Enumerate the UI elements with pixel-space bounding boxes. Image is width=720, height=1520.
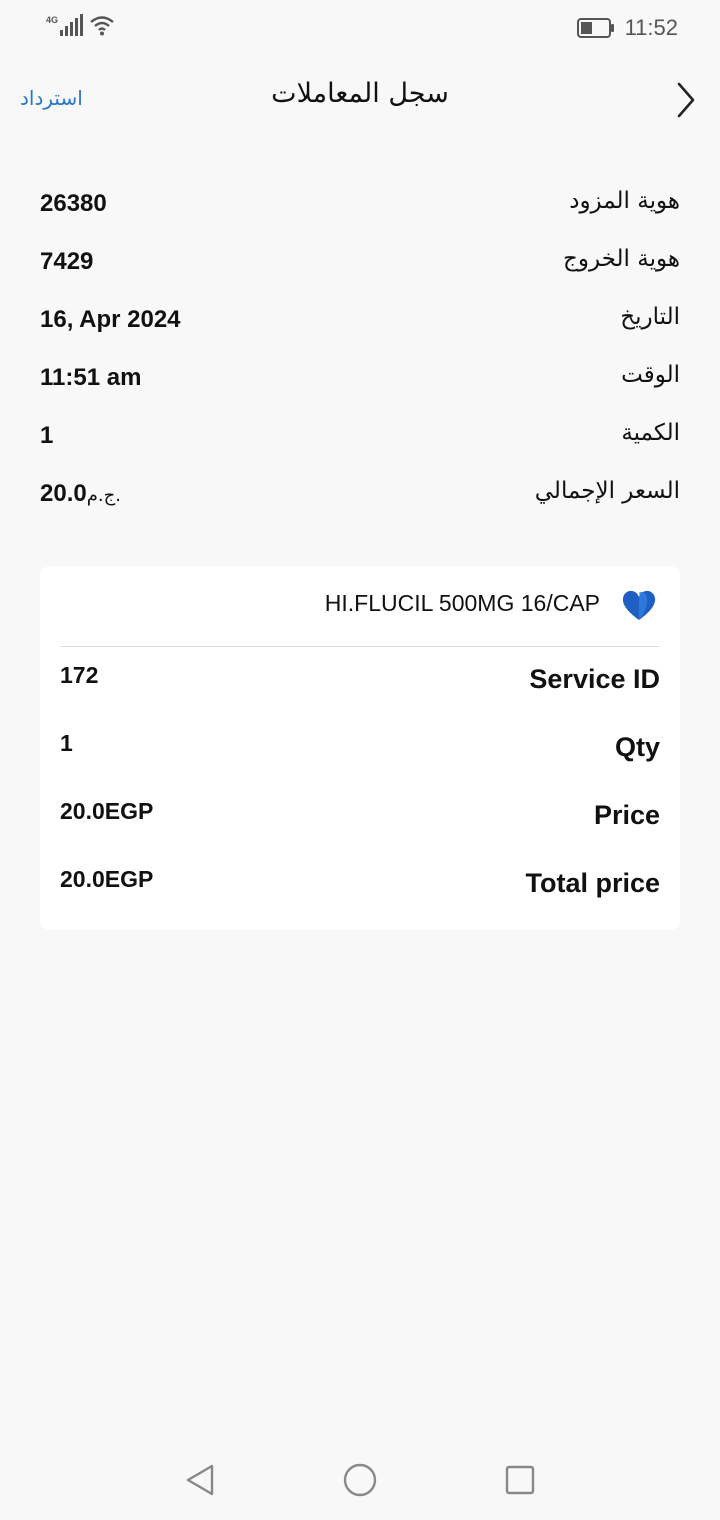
currency-label: ج.م. <box>86 485 121 506</box>
nav-back-button[interactable] <box>180 1460 220 1500</box>
card-label: Service ID <box>529 664 660 694</box>
info-row-checkout-id: هوية الخروج 7429 <box>40 244 680 302</box>
transaction-log-screen: 4G 11:52 سجل المعاملات استرداد هوية المز… <box>0 0 720 1520</box>
info-row-date: التاريخ 16, Apr 2024 <box>40 302 680 360</box>
status-right: 11:52 <box>576 14 678 42</box>
square-recents-icon <box>505 1465 535 1495</box>
nav-recents-button[interactable] <box>500 1460 540 1500</box>
status-time: 11:52 <box>624 15 678 40</box>
card-value: 172 <box>60 662 99 688</box>
card-label: Price <box>593 800 660 830</box>
info-row-provider-id: هوية المزود 26380 <box>40 186 680 244</box>
page-title: سجل المعاملات <box>271 78 449 109</box>
info-value: 1 <box>40 422 54 449</box>
card-label: Qty <box>614 732 660 762</box>
info-label: هوية الخروج <box>563 246 680 272</box>
heart-icon <box>620 588 658 622</box>
info-row-total-price: السعر الإجمالي 20.0ج.م. <box>40 476 680 534</box>
product-card-header: HI.FLUCIL 500MG 16/CAP <box>60 566 660 647</box>
info-label: التاريخ <box>620 304 680 330</box>
info-label: السعر الإجمالي <box>534 478 680 504</box>
total-amount: 20.0 <box>40 480 87 507</box>
info-value: 7429 <box>40 248 94 275</box>
product-card-rows: Service ID 172 Qty 1 Price 20.0EGP Total… <box>60 660 660 932</box>
triangle-back-icon <box>186 1464 214 1496</box>
info-label: الوقت <box>621 362 680 388</box>
circle-home-icon <box>343 1463 377 1497</box>
info-row-quantity: الكمية 1 <box>40 418 680 476</box>
nav-home-button[interactable] <box>340 1460 380 1500</box>
info-label: الكمية <box>621 420 680 446</box>
card-row-service-id: Service ID 172 <box>60 660 660 728</box>
product-card: HI.FLUCIL 500MG 16/CAP Service ID 172 Qt… <box>40 566 680 930</box>
card-row-qty: Qty 1 <box>60 728 660 796</box>
transaction-details: هوية المزود 26380 هوية الخروج 7429 التار… <box>40 186 680 534</box>
wifi-icon <box>89 14 115 40</box>
info-label: هوية المزود <box>569 188 680 214</box>
card-value: 1 <box>60 730 73 756</box>
card-row-total-price: Total price 20.0EGP <box>60 864 660 932</box>
info-value: 16, Apr 2024 <box>40 306 181 333</box>
refund-button[interactable]: استرداد <box>20 86 83 110</box>
app-header: سجل المعاملات استرداد <box>0 60 720 140</box>
system-nav-bar <box>0 1440 720 1520</box>
status-left: 4G <box>46 14 115 42</box>
info-value-total: 20.0ج.م. <box>40 480 121 508</box>
info-value: 26380 <box>40 190 107 217</box>
product-name: HI.FLUCIL 500MG 16/CAP <box>324 590 600 616</box>
card-row-price: Price 20.0EGP <box>60 796 660 864</box>
network-type-label: 4G <box>46 15 59 25</box>
card-label: Total price <box>525 868 660 898</box>
card-value: 20.0EGP <box>60 798 154 824</box>
status-bar: 4G 11:52 <box>0 0 720 56</box>
info-value: 11:51 am <box>40 364 142 391</box>
info-row-time: الوقت 11:51 am <box>40 360 680 418</box>
signal-icon <box>60 14 84 36</box>
battery-icon <box>576 18 615 38</box>
card-value: 20.0EGP <box>60 866 154 892</box>
